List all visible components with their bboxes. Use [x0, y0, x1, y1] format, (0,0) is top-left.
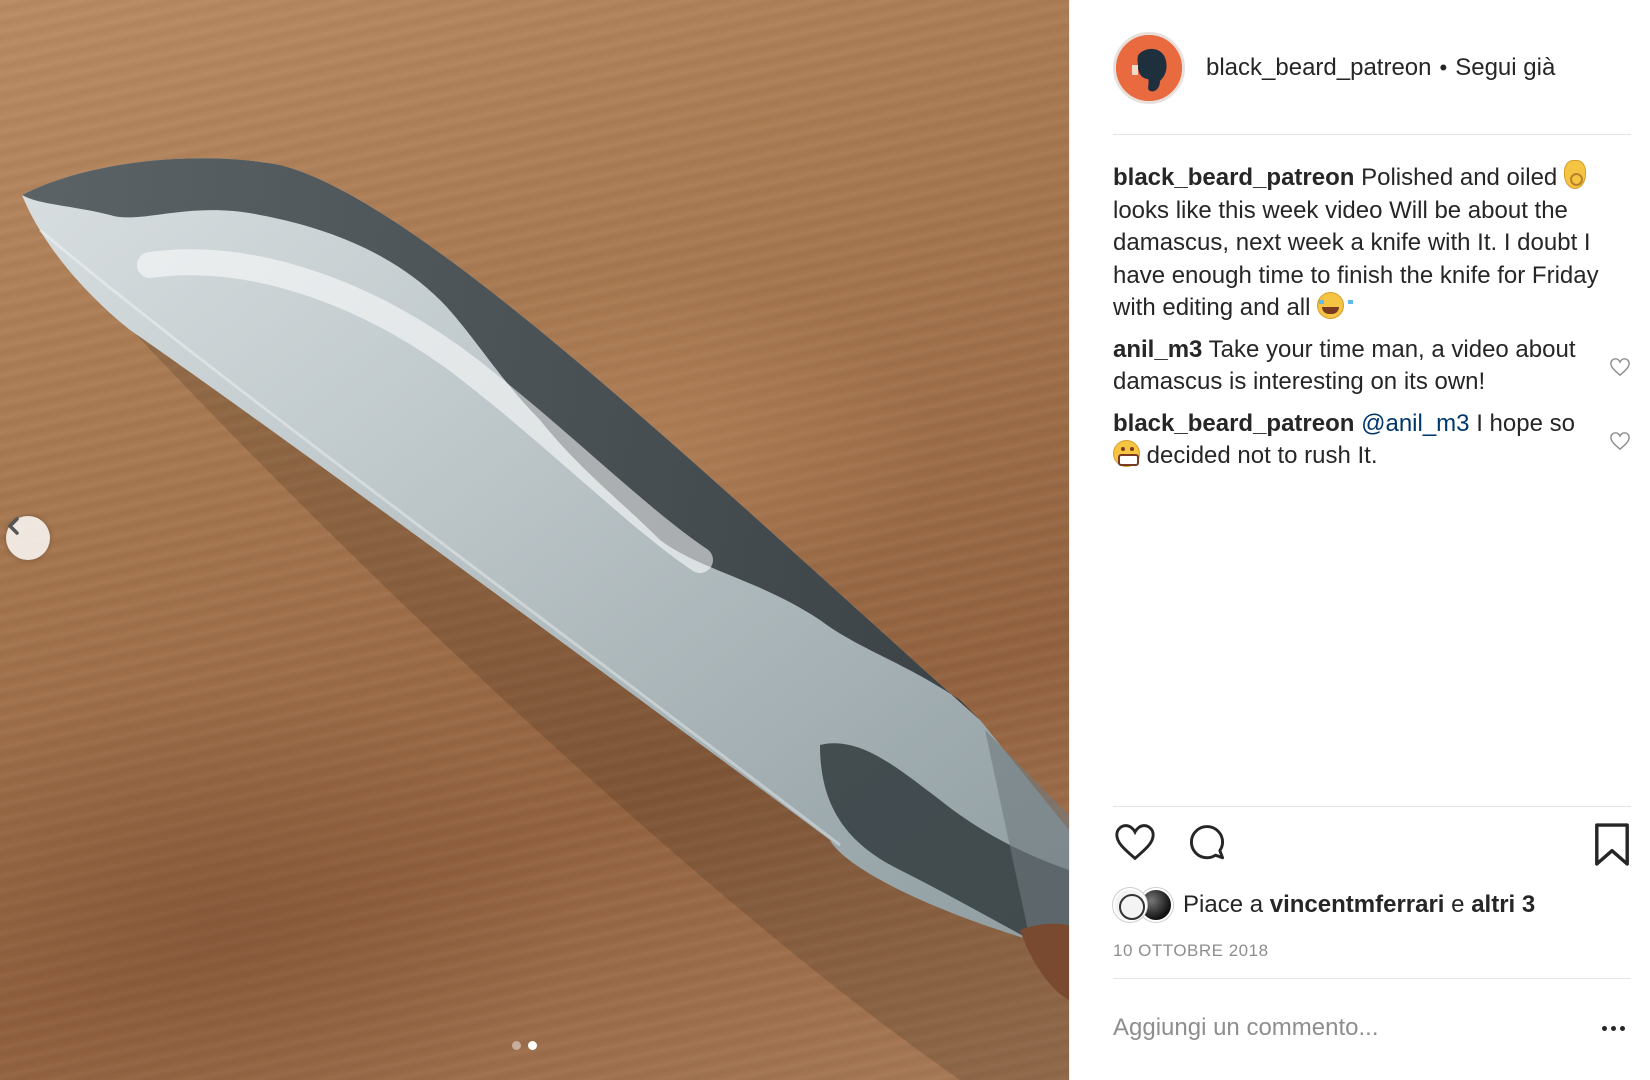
comment-username[interactable]: black_beard_patreon: [1113, 410, 1354, 437]
carousel-dot-active: [528, 1041, 537, 1050]
add-comment-input[interactable]: Aggiungi un commento...: [1113, 1014, 1379, 1042]
ok-hand-emoji-icon: [1563, 160, 1586, 189]
follow-status-button[interactable]: Segui già: [1455, 54, 1555, 82]
comment-text: I hope so: [1476, 409, 1575, 437]
like-comment-heart-icon[interactable]: [1609, 428, 1631, 450]
more-options-icon[interactable]: [1596, 1020, 1631, 1037]
comments-list: black_beard_patreon Polished and oiled l…: [1113, 160, 1631, 473]
divider: [1113, 978, 1631, 979]
comment-username[interactable]: anil_m3: [1113, 336, 1202, 363]
likes-connector: e: [1451, 891, 1465, 918]
caption-text: Polished and oiled: [1361, 164, 1558, 191]
likes-summary: Piace a vincentmferrari e altri 3: [1113, 885, 1535, 925]
knife-image: [22, 158, 1069, 1080]
post-photo: [0, 0, 1069, 1080]
tears-of-joy-emoji-icon: [1317, 292, 1354, 319]
separator-dot: •: [1439, 55, 1448, 80]
post-caption: black_beard_patreon Polished and oiled l…: [1113, 160, 1631, 325]
divider: [1113, 134, 1631, 135]
comment-bubble-icon[interactable]: [1185, 822, 1229, 871]
post-side-panel: black_beard_patreon • Segui già black_be…: [1069, 0, 1650, 1080]
add-comment-box: Aggiungi un commento...: [1113, 998, 1631, 1058]
caption-username[interactable]: black_beard_patreon: [1113, 164, 1354, 191]
caption-text-continued: looks like this week video Will be about…: [1113, 196, 1599, 322]
heart-icon[interactable]: [1113, 822, 1157, 867]
likes-others-link[interactable]: altri 3: [1471, 891, 1535, 918]
divider: [1113, 806, 1631, 807]
profile-silhouette-icon: [1116, 35, 1182, 101]
post-header: black_beard_patreon • Segui già: [1113, 30, 1555, 106]
avatar[interactable]: [1113, 32, 1185, 104]
liker-avatar[interactable]: [1113, 888, 1147, 922]
carousel-dot: [512, 1041, 521, 1050]
comment-item: anil_m3 Take your time man, a video abou…: [1113, 334, 1631, 399]
grinning-emoji-icon: [1113, 440, 1140, 467]
like-comment-heart-icon[interactable]: [1609, 354, 1631, 376]
carousel-prev-button[interactable]: [6, 516, 50, 560]
likes-prefix: Piace a: [1183, 891, 1264, 918]
carousel-indicator: [512, 1041, 537, 1050]
bookmark-icon[interactable]: [1593, 822, 1631, 873]
likes-text: Piace a vincentmferrari e altri 3: [1183, 891, 1535, 919]
post-date: 10 OTTOBRE 2018: [1113, 941, 1269, 960]
post-actions-bar: [1113, 822, 1631, 868]
comment-text-continued: decided not to rush It.: [1146, 442, 1378, 469]
comment-mention-link[interactable]: @anil_m3: [1361, 410, 1469, 437]
comment-item: black_beard_patreon @anil_m3 I hope so d…: [1113, 408, 1631, 473]
liker-username-link[interactable]: vincentmferrari: [1270, 891, 1445, 918]
post-author-username[interactable]: black_beard_patreon: [1206, 54, 1432, 82]
